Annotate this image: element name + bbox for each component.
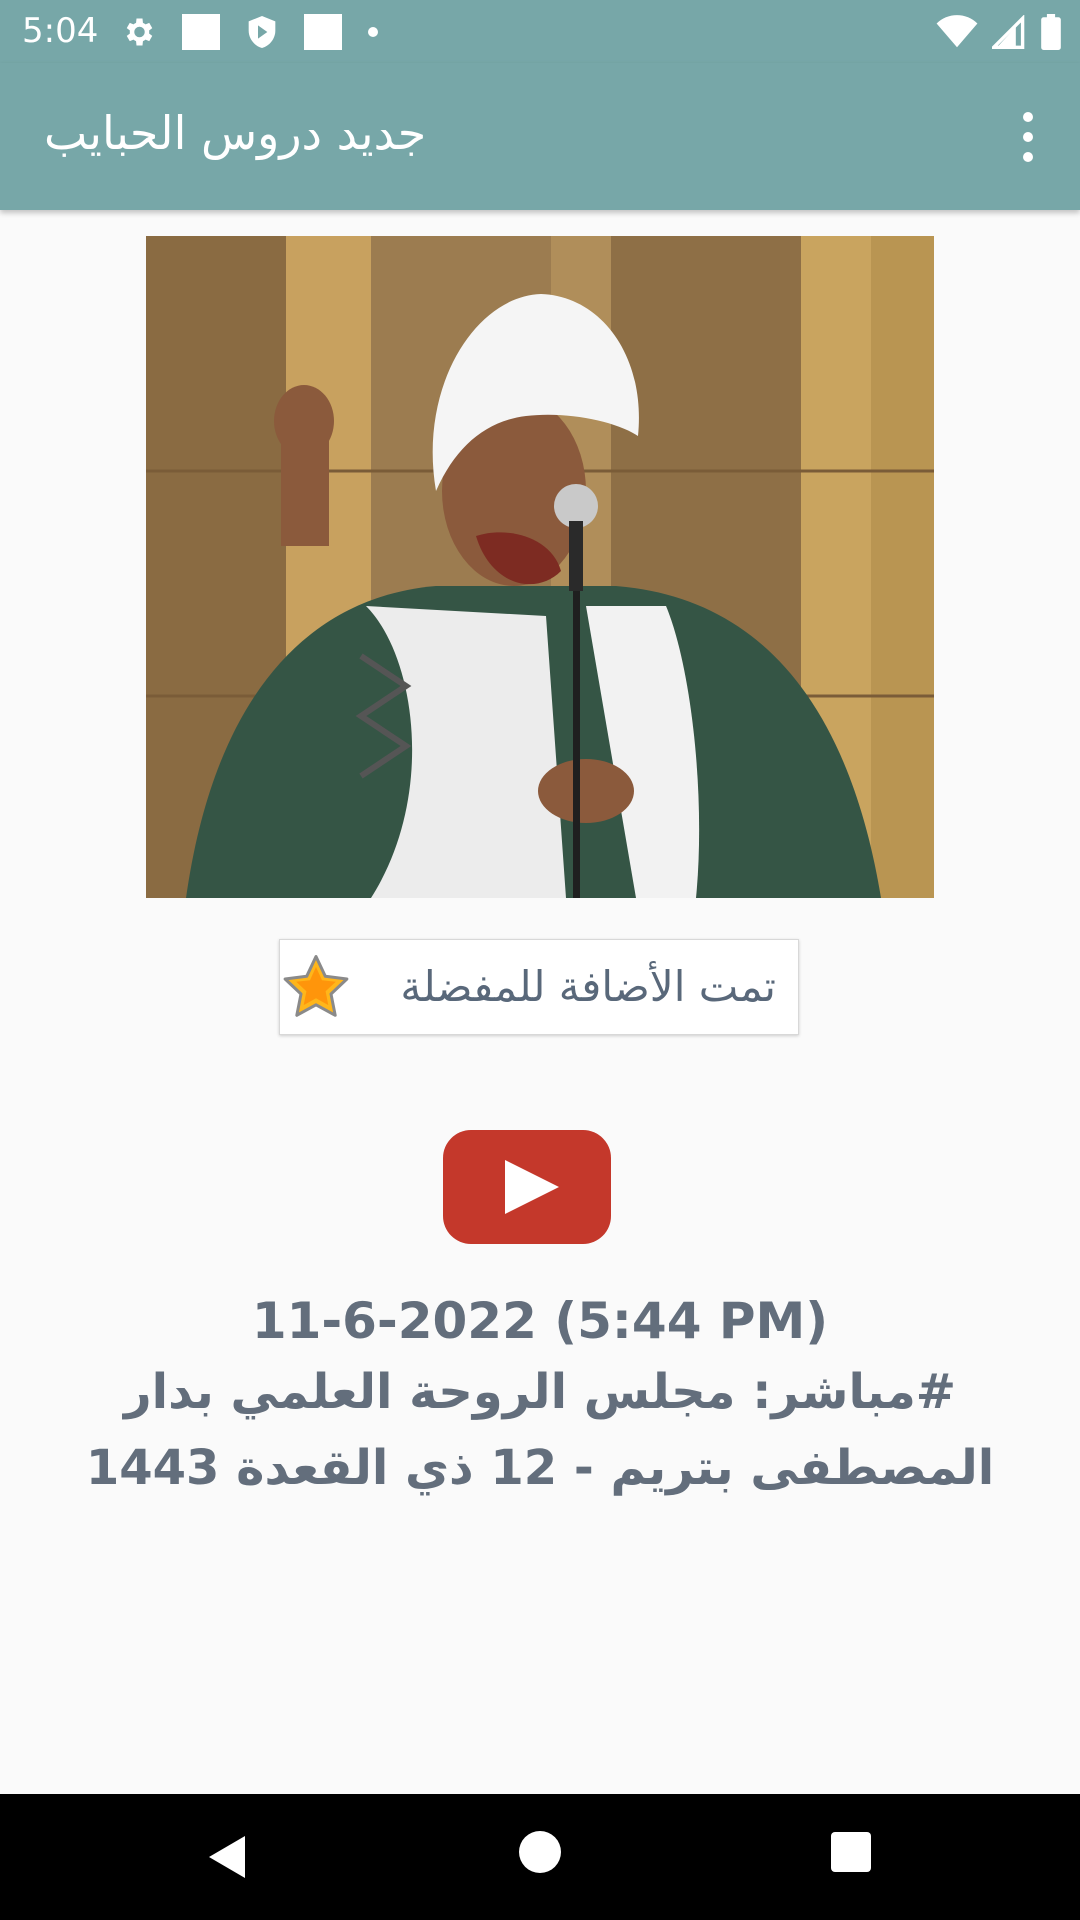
menu-dot: [1023, 152, 1033, 162]
settings-icon: [126, 18, 153, 46]
wifi-icon: [936, 15, 978, 48]
more-vert-icon[interactable]: [996, 101, 1060, 173]
status-bar: 5:04: [0, 0, 1080, 63]
status-time: 5:04: [22, 11, 99, 51]
lesson-date: 11-6-2022 (5:44 PM): [251, 1292, 829, 1350]
youtube-play-icon: [443, 1130, 611, 1244]
favorite-label: تمت الأضافة للمفضلة: [400, 962, 776, 1011]
favorite-button[interactable]: تمت الأضافة للمفضلة: [279, 939, 799, 1035]
navigation-bar: [0, 1794, 1080, 1920]
app-bar: جديد دروس الحبايب: [0, 63, 1080, 210]
youtube-play-button[interactable]: [443, 1130, 611, 1244]
shield-icon: [248, 16, 276, 48]
battery-icon: [1041, 14, 1061, 50]
recents-icon[interactable]: [831, 1832, 871, 1872]
notification-square-icon: [182, 14, 220, 50]
notification-square-icon: [304, 14, 342, 50]
home-icon[interactable]: [519, 1831, 561, 1873]
app-title: جديد دروس الحبايب: [44, 106, 427, 160]
menu-dot: [1023, 132, 1033, 142]
back-icon[interactable]: [203, 1832, 253, 1882]
star-icon: [283, 955, 349, 1017]
cell-signal-icon: [992, 15, 1025, 49]
lesson-title: #مباشر: مجلس الروحة العلمي بدار المصطفى …: [85, 1364, 995, 1496]
status-icons-left: [120, 12, 378, 52]
dot-icon: [368, 27, 378, 37]
lesson-thumbnail: [146, 236, 934, 898]
menu-dot: [1023, 112, 1033, 122]
status-icons-right: [936, 12, 1062, 52]
